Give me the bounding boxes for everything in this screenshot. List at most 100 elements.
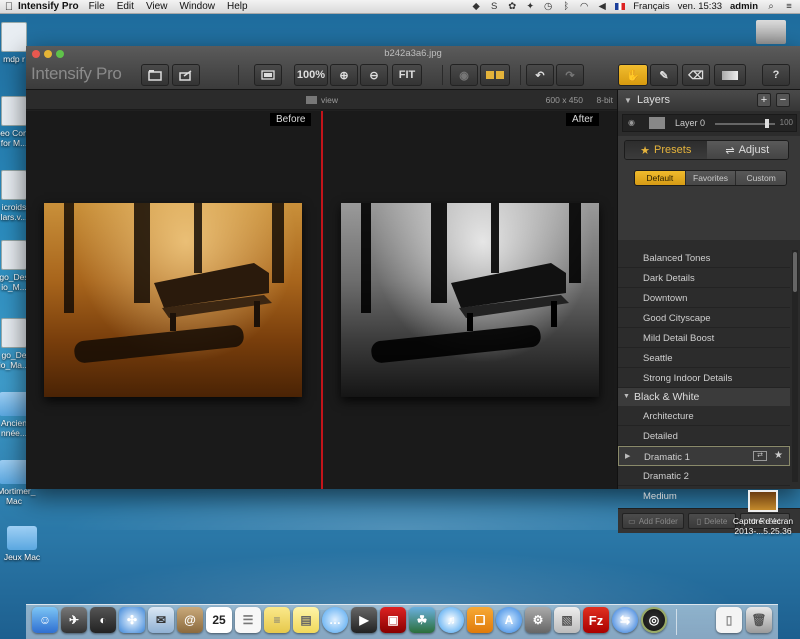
- disclosure-triangle-icon[interactable]: ▼: [624, 96, 632, 105]
- hand-tool-button[interactable]: ✋: [618, 64, 648, 86]
- tab-presets[interactable]: ★ Presets: [625, 141, 707, 159]
- preset-item[interactable]: Good Cityscape: [618, 308, 790, 328]
- facetime-icon[interactable]: ▶: [351, 607, 377, 633]
- app-store-icon[interactable]: A: [496, 607, 522, 633]
- calendar-icon[interactable]: 25: [206, 607, 232, 633]
- preset-item[interactable]: Strong Indoor Details: [618, 368, 790, 388]
- intensify-icon[interactable]: ◎: [641, 607, 667, 633]
- finder-icon[interactable]: ☺: [32, 607, 58, 633]
- desktop-wave: [0, 540, 800, 610]
- help-button[interactable]: ?: [762, 64, 790, 86]
- mail-icon[interactable]: ✉: [148, 607, 174, 633]
- undo-button[interactable]: ↶: [526, 64, 554, 86]
- split-view-button[interactable]: [480, 64, 510, 86]
- desktop-folder[interactable]: Jeux Mac: [0, 526, 52, 562]
- launchpad-icon[interactable]: ✈: [61, 607, 87, 633]
- split-divider[interactable]: [321, 111, 323, 489]
- preview-icon[interactable]: ▧: [554, 607, 580, 633]
- notifications-icon[interactable]: ≡: [784, 1, 794, 12]
- preset-item[interactable]: Dramatic 2: [618, 466, 790, 486]
- spotlight-icon[interactable]: ⌕: [766, 1, 776, 12]
- messages-icon[interactable]: …: [322, 607, 348, 633]
- subtab-default[interactable]: Default: [635, 171, 686, 185]
- preset-group-header[interactable]: ▼ Black & White: [618, 388, 790, 406]
- edit-preset-icon[interactable]: ⇄: [753, 451, 767, 461]
- menu-file[interactable]: File: [89, 1, 105, 12]
- add-layer-button[interactable]: +: [757, 93, 771, 107]
- zoom-in-button[interactable]: ⊕: [330, 64, 358, 86]
- zoom-100-button[interactable]: 100%: [294, 64, 328, 86]
- stickies-icon[interactable]: ▤: [293, 607, 319, 633]
- add-folder-label: Add Folder: [638, 516, 678, 526]
- redo-button[interactable]: ↷: [556, 64, 584, 86]
- image-canvas[interactable]: Before After: [26, 111, 617, 489]
- bluetooth-icon[interactable]: ᛒ: [561, 1, 571, 12]
- gradient-tool-button[interactable]: [714, 64, 746, 86]
- preset-item[interactable]: Dark Details: [618, 268, 790, 288]
- fullscreen-button[interactable]: [254, 64, 282, 86]
- preset-item[interactable]: Architecture: [618, 406, 790, 426]
- preset-item-selected[interactable]: ▶ Dramatic 1 ⇄ ★: [618, 446, 790, 466]
- itunes-icon[interactable]: ♫: [438, 607, 464, 633]
- star-icon[interactable]: ✦: [525, 1, 535, 12]
- layer-row[interactable]: ◉ Layer 0 100: [622, 114, 797, 132]
- safari-icon[interactable]: ✣: [119, 607, 145, 633]
- user-menu[interactable]: admin: [730, 1, 758, 12]
- add-folder-button[interactable]: ▭ Add Folder: [622, 513, 684, 529]
- desktop-folder-label: _Mortimer_ Mac: [0, 486, 36, 506]
- time-machine-icon[interactable]: ◷: [543, 1, 553, 12]
- menu-app-name[interactable]: Intensify Pro: [18, 1, 79, 12]
- desktop-screenshot-file[interactable]: Capture d'écran 2013-...5.25.36: [726, 490, 800, 536]
- brush-tool-button[interactable]: ✎: [650, 64, 678, 86]
- zoom-out-button[interactable]: ⊖: [360, 64, 388, 86]
- menu-help[interactable]: Help: [227, 1, 248, 12]
- volume-icon[interactable]: ◀: [597, 1, 607, 12]
- preview-toggle-button[interactable]: ◉: [450, 64, 478, 86]
- gear-icon[interactable]: ✿: [507, 1, 517, 12]
- preset-list-scrollbar[interactable]: [792, 250, 798, 482]
- notes-icon[interactable]: ≡: [264, 607, 290, 633]
- preset-item[interactable]: Mild Detail Boost: [618, 328, 790, 348]
- opacity-slider-handle[interactable]: [765, 119, 769, 128]
- teamviewer-icon[interactable]: ⇆: [612, 607, 638, 633]
- menu-view[interactable]: View: [146, 1, 168, 12]
- preset-item[interactable]: Seattle: [618, 348, 790, 368]
- view-menu[interactable]: view: [306, 95, 338, 105]
- gradient-icon: [722, 70, 738, 80]
- ibooks-icon[interactable]: ❑: [467, 607, 493, 633]
- photo-booth-icon[interactable]: ▣: [380, 607, 406, 633]
- apple-icon[interactable]: : [0, 1, 18, 13]
- wifi-icon[interactable]: ◠: [579, 1, 589, 12]
- preset-item[interactable]: Downtown: [618, 288, 790, 308]
- eraser-tool-button[interactable]: ⌫: [682, 64, 710, 86]
- menu-edit[interactable]: Edit: [117, 1, 134, 12]
- filezilla-icon[interactable]: Fz: [583, 607, 609, 633]
- scrollbar-thumb[interactable]: [793, 252, 797, 292]
- contacts-icon[interactable]: @: [177, 607, 203, 633]
- subtab-favorites[interactable]: Favorites: [685, 171, 737, 185]
- eye-icon[interactable]: ◉: [628, 118, 635, 127]
- preset-label: Mild Detail Boost: [643, 333, 715, 344]
- dropbox-icon[interactable]: ◆: [471, 1, 481, 12]
- dashboard-icon[interactable]: ◐: [90, 607, 116, 633]
- open-button[interactable]: [141, 64, 169, 86]
- system-preferences-icon[interactable]: ⚙: [525, 607, 551, 633]
- preset-item[interactable]: Detailed: [618, 426, 790, 446]
- subtab-custom[interactable]: Custom: [736, 171, 786, 185]
- preset-item[interactable]: Balanced Tones: [618, 248, 790, 268]
- reminders-icon[interactable]: ☰: [235, 607, 261, 633]
- trash-icon[interactable]: 🗑: [746, 607, 772, 633]
- tab-adjust[interactable]: ⇌ Adjust: [706, 141, 788, 159]
- language-menu[interactable]: Français: [633, 1, 669, 12]
- documents-stack-icon[interactable]: ▯: [716, 607, 742, 633]
- remove-layer-button[interactable]: −: [776, 93, 790, 107]
- menubar-clock[interactable]: ven. 15:33: [678, 1, 722, 12]
- hard-drive-icon[interactable]: [756, 20, 786, 44]
- share-button[interactable]: [172, 64, 200, 86]
- fit-button[interactable]: FIT: [392, 64, 422, 86]
- desktop-screenshot-label: Capture d'écran 2013-...5.25.36: [732, 516, 794, 536]
- favorite-star-icon[interactable]: ★: [774, 450, 783, 461]
- iphoto-icon[interactable]: ☘: [409, 607, 435, 633]
- skype-icon[interactable]: S: [489, 1, 499, 12]
- menu-window[interactable]: Window: [179, 1, 215, 12]
